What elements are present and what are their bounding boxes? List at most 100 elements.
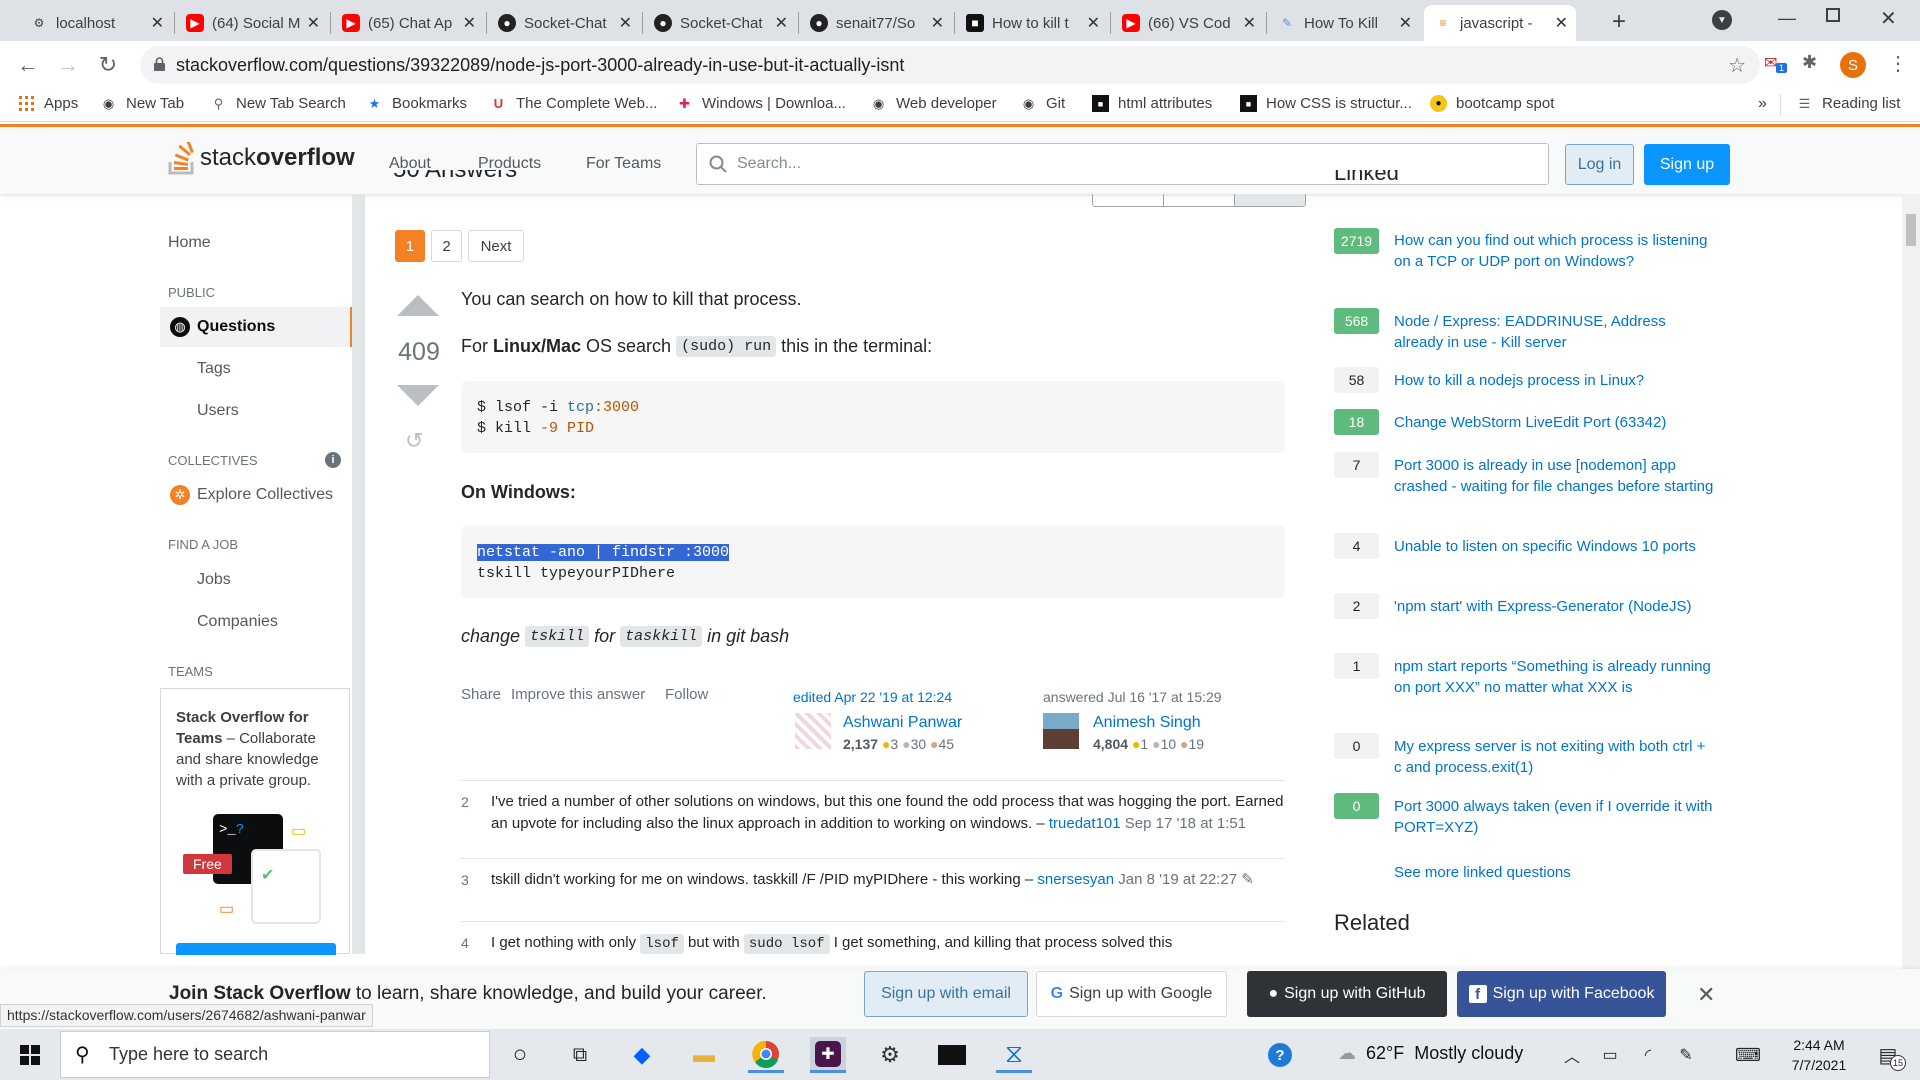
keyboard-icon[interactable]: ⌨ <box>1730 1037 1766 1073</box>
reload-icon[interactable]: ↻ <box>92 49 124 81</box>
taskbar-search-input[interactable]: ⚲ Type here to search <box>60 1031 490 1078</box>
upvote-button[interactable] <box>397 295 439 316</box>
browser-tab[interactable]: ▶ (64) Social M ✕ <box>176 5 328 41</box>
sort-tabs[interactable] <box>1092 194 1306 207</box>
browser-tab-active[interactable]: ≡ javascript - ✕ <box>1424 5 1576 41</box>
browser-tab[interactable]: ▶ (66) VS Cod ✕ <box>1112 5 1264 41</box>
linked-question-link[interactable]: 'npm start' with Express-Generator (Node… <box>1394 596 1714 617</box>
sidebar-item-companies[interactable]: Companies <box>197 613 278 631</box>
linked-question-link[interactable]: How to kill a nodejs process in Linux? <box>1394 370 1714 391</box>
follow-link[interactable]: Follow <box>665 686 708 703</box>
linked-question-link[interactable]: npm start reports “Something is already … <box>1394 656 1714 698</box>
bookmarks-overflow[interactable]: » <box>1758 95 1767 113</box>
editor-name[interactable]: Ashwani Panwar <box>843 714 962 732</box>
sort-tab-selected[interactable] <box>1235 194 1305 206</box>
cortana-icon[interactable]: ○ <box>502 1037 538 1073</box>
page-2-button[interactable]: 2 <box>431 230 462 262</box>
task-view-icon[interactable]: ⧉ <box>562 1037 598 1073</box>
bookmark-item[interactable]: ■ How CSS is structur... <box>1240 95 1412 112</box>
downvote-button[interactable] <box>397 385 439 406</box>
extension-icon[interactable]: ✉ 1 <box>1764 53 1788 77</box>
stackoverflow-logo[interactable]: stack overflow <box>168 142 355 176</box>
close-tab-icon[interactable]: ✕ <box>1087 13 1100 33</box>
bookmark-item[interactable]: ◉ New Tab <box>100 95 184 112</box>
sidebar-item-home[interactable]: Home <box>168 234 211 252</box>
linked-question-link[interactable]: How can you find out which process is li… <box>1394 230 1714 272</box>
linked-question-link[interactable]: My express server is not exiting with bo… <box>1394 736 1714 778</box>
close-tab-icon[interactable]: ✕ <box>931 13 944 33</box>
bookmark-item[interactable]: ◉ Web developer <box>870 95 997 112</box>
wifi-icon[interactable]: ◜ <box>1630 1037 1666 1073</box>
browser-tab[interactable]: ● Socket-Chat ✕ <box>644 5 796 41</box>
browser-tab[interactable]: ● senait77/So ✕ <box>800 5 952 41</box>
info-icon[interactable]: i <box>325 452 341 468</box>
page-scrollbar[interactable] <box>1902 194 1920 1029</box>
browser-tab[interactable]: ⚙ localhost ✕ <box>20 5 172 41</box>
bookmark-item[interactable]: ● bootcamp spot <box>1430 95 1554 112</box>
browser-tab[interactable]: ■ How to kill t ✕ <box>956 5 1108 41</box>
close-tab-icon[interactable]: ✕ <box>1399 13 1412 33</box>
edited-timestamp[interactable]: edited Apr 22 '19 at 12:24 <box>793 689 952 705</box>
chrome-icon[interactable] <box>748 1037 784 1073</box>
close-tab-icon[interactable]: ✕ <box>151 13 164 33</box>
linked-question-link[interactable]: Port 3000 always taken (even if I overri… <box>1394 796 1714 838</box>
new-tab-icon[interactable]: + <box>1612 8 1626 36</box>
comment-user-link[interactable]: truedat101 <box>1049 815 1121 832</box>
linked-question-link[interactable]: Node / Express: EADDRINUSE, Address alre… <box>1394 311 1714 353</box>
sidebar-item-jobs[interactable]: Jobs <box>197 571 231 589</box>
selected-code-text[interactable]: netstat -ano | findstr :3000 <box>477 544 730 561</box>
chevron-up-icon[interactable]: ︿ <box>1554 1037 1590 1073</box>
signup-github-button[interactable]: ● Sign up with GitHub <box>1247 971 1447 1017</box>
battery-icon[interactable]: ▭ <box>1592 1037 1628 1073</box>
author-name[interactable]: Animesh Singh <box>1093 714 1201 732</box>
page-1-button[interactable]: 1 <box>395 230 425 262</box>
avatar[interactable] <box>1043 713 1079 749</box>
help-icon[interactable]: ? <box>1262 1037 1298 1073</box>
sidebar-item-tags[interactable]: Tags <box>197 360 231 378</box>
address-bar[interactable]: stackoverflow.com/questions/39322089/nod… <box>140 46 1760 84</box>
close-tab-icon[interactable]: ✕ <box>1555 13 1568 33</box>
reading-list[interactable]: ☰ Reading list <box>1796 95 1901 112</box>
banner-close-icon[interactable]: ✕ <box>1697 982 1715 1008</box>
signup-button[interactable]: Sign up <box>1644 144 1730 185</box>
bookmark-item[interactable]: ◉ Git <box>1020 95 1065 112</box>
bookmark-apps[interactable]: Apps <box>18 95 78 112</box>
sidebar-item-explore-collectives[interactable]: Explore Collectives <box>197 486 333 504</box>
pencil-icon[interactable]: ✎ <box>1241 871 1254 888</box>
tab-search-icon[interactable]: ▼ <box>1712 10 1732 30</box>
close-tab-icon[interactable]: ✕ <box>619 13 632 33</box>
linked-question-link[interactable]: Unable to listen on specific Windows 10 … <box>1394 536 1714 557</box>
vscode-icon[interactable]: ⧖ <box>996 1037 1032 1073</box>
close-tab-icon[interactable]: ✕ <box>775 13 788 33</box>
menu-icon[interactable]: ⋮ <box>1888 51 1908 76</box>
teams-cta-button[interactable] <box>176 943 336 955</box>
bookmark-item[interactable]: ■ html attributes <box>1092 95 1212 112</box>
clock[interactable]: 2:44 AM 7/7/2021 <box>1784 1035 1854 1075</box>
see-more-linked-link[interactable]: See more linked questions <box>1394 862 1714 883</box>
bookmark-item[interactable]: ✚ Windows | Downloa... <box>676 95 846 112</box>
minimize-icon[interactable]: — <box>1778 8 1796 29</box>
improve-answer-link[interactable]: Improve this answer <box>511 686 645 703</box>
settings-icon[interactable]: ⚙ <box>872 1037 908 1073</box>
share-link[interactable]: Share <box>461 686 501 703</box>
slack-icon[interactable]: ✚ <box>810 1037 846 1073</box>
next-page-button[interactable]: Next <box>468 230 524 262</box>
terminal-icon[interactable] <box>934 1037 970 1073</box>
pen-icon[interactable]: ✎ <box>1668 1037 1704 1073</box>
bookmark-star-icon[interactable]: ☆ <box>1728 53 1746 78</box>
close-tab-icon[interactable]: ✕ <box>1243 13 1256 33</box>
sort-tab[interactable] <box>1093 194 1164 206</box>
forward-icon[interactable]: → <box>52 49 84 81</box>
weather-widget[interactable]: ☁ 62°F Mostly cloudy <box>1338 1043 1523 1064</box>
puzzle-icon[interactable]: ✱ <box>1802 52 1817 73</box>
history-icon[interactable]: ↺ <box>405 428 423 454</box>
back-icon[interactable]: ← <box>12 49 44 81</box>
file-explorer-icon[interactable]: ▬ <box>686 1037 722 1073</box>
windows-start-icon[interactable] <box>12 1037 48 1073</box>
browser-tab[interactable]: ▶ (65) Chat Ap ✕ <box>332 5 484 41</box>
close-tab-icon[interactable]: ✕ <box>307 13 320 33</box>
sidebar-item-users[interactable]: Users <box>197 402 239 420</box>
signup-email-button[interactable]: Sign up with email <box>864 971 1028 1017</box>
sort-tab[interactable] <box>1164 194 1235 206</box>
browser-tab[interactable]: ● Socket-Chat ✕ <box>488 5 640 41</box>
